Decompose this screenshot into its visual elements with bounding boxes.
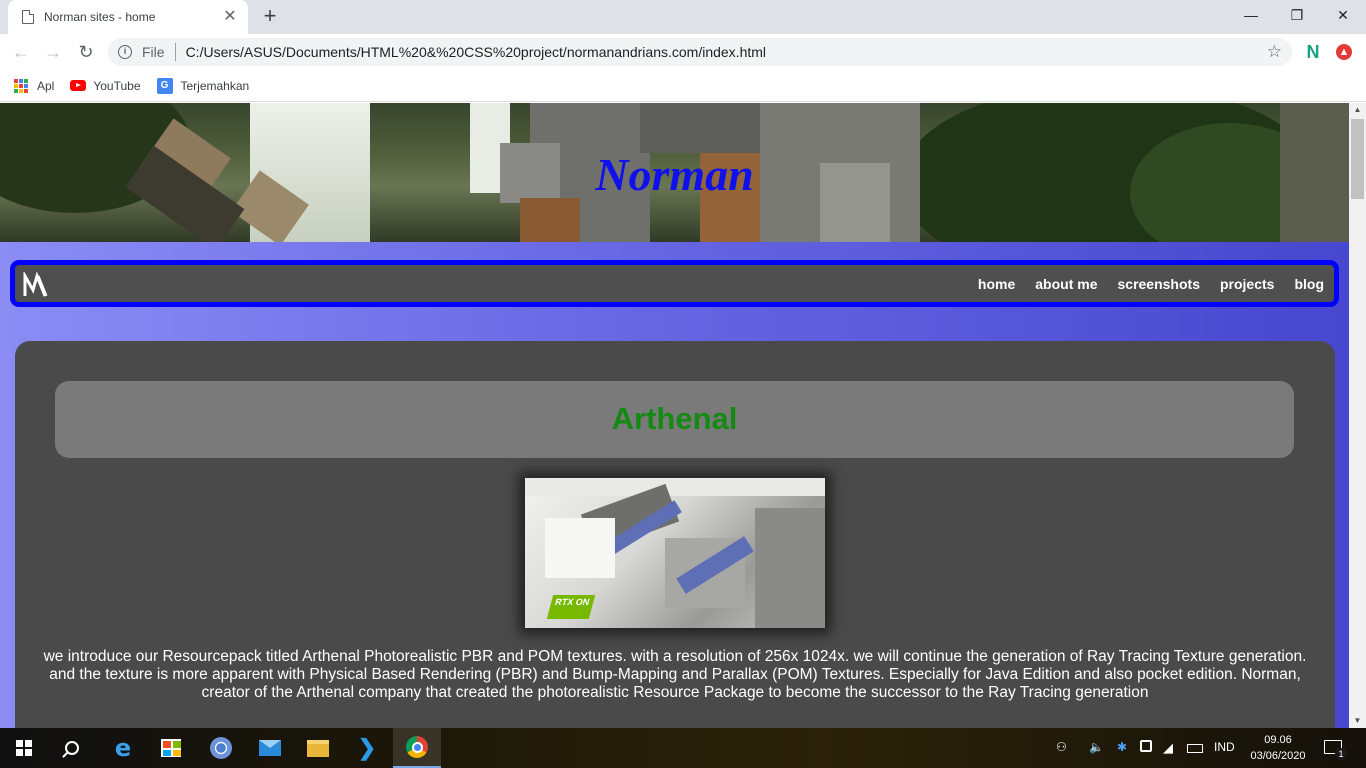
page-viewport: Norman home about me screenshots project… bbox=[0, 103, 1349, 728]
mail-icon bbox=[259, 740, 281, 756]
page-scrollbar[interactable]: ▲ ▼ bbox=[1349, 103, 1366, 728]
taskbar-mail[interactable] bbox=[246, 728, 294, 768]
card-header: Arthenal bbox=[55, 381, 1294, 458]
scheme-label: File bbox=[142, 44, 165, 60]
taskbar-vscode[interactable]: ❯ bbox=[343, 728, 391, 768]
reload-button[interactable]: ↻ bbox=[74, 40, 98, 64]
taskbar-chromium[interactable] bbox=[197, 728, 245, 768]
network-icon[interactable]: ◢ bbox=[1163, 740, 1173, 756]
rtx-on-badge: RTX ON bbox=[546, 595, 596, 619]
chromium-icon bbox=[210, 737, 232, 759]
site-logo[interactable] bbox=[23, 272, 51, 298]
bookmark-apps[interactable]: Apl bbox=[14, 78, 55, 93]
chrome-icon bbox=[406, 736, 428, 758]
apps-grid-dot bbox=[24, 83, 28, 88]
hero-banner: Norman bbox=[0, 103, 1349, 242]
project-description: we introduce our Resourcepack titled Art… bbox=[43, 648, 1307, 701]
taskbar-chrome[interactable] bbox=[393, 728, 441, 768]
windows-taskbar: e ❯ ⚇ 🔈 ✱ ◢ IND 09.06 03/06/2020 1 bbox=[0, 728, 1366, 768]
folder-icon bbox=[307, 739, 329, 757]
page-icon bbox=[22, 10, 34, 24]
apps-grid-dot bbox=[19, 83, 23, 88]
new-tab-button[interactable]: + bbox=[258, 5, 282, 29]
tab-title: Norman sites - home bbox=[44, 10, 156, 24]
apps-grid-dot bbox=[19, 78, 23, 83]
url-text[interactable]: C:/Users/ASUS/Documents/HTML%20&%20CSS%2… bbox=[186, 44, 766, 60]
extension-n-icon[interactable]: N bbox=[1303, 42, 1323, 62]
minimize-button[interactable]: — bbox=[1228, 0, 1274, 30]
project-screenshot: RTX ON bbox=[525, 478, 825, 628]
tab-close-icon[interactable]: ✕ bbox=[222, 9, 238, 25]
hero-title: Norman bbox=[595, 149, 754, 200]
clock-date: 03/06/2020 bbox=[1250, 750, 1306, 762]
apps-grid-dot bbox=[24, 88, 28, 93]
browser-toolbar: ← → ↻ i File C:/Users/ASUS/Documents/HTM… bbox=[0, 34, 1366, 70]
bookmark-youtube[interactable]: YouTube bbox=[70, 78, 141, 93]
bookmark-label: Apl bbox=[37, 78, 55, 93]
youtube-icon bbox=[70, 80, 87, 91]
forward-button[interactable]: → bbox=[41, 40, 65, 64]
info-icon[interactable]: i bbox=[118, 45, 132, 59]
internet-explorer-icon: e bbox=[114, 734, 132, 762]
taskbar-file-explorer[interactable] bbox=[294, 728, 342, 768]
site-navbar: home about me screenshots projects blog bbox=[10, 260, 1339, 307]
notification-count-badge: 1 bbox=[1335, 748, 1347, 760]
scroll-up-arrow-icon[interactable]: ▲ bbox=[1349, 103, 1366, 117]
bookmark-label: YouTube bbox=[93, 78, 141, 93]
nav-link-projects[interactable]: projects bbox=[1220, 276, 1274, 292]
clock-time: 09.06 bbox=[1264, 734, 1292, 746]
taskbar-store[interactable] bbox=[147, 728, 195, 768]
back-button[interactable]: ← bbox=[9, 40, 33, 64]
bookmark-star-icon[interactable]: ☆ bbox=[1267, 42, 1282, 62]
apps-grid-dot bbox=[14, 83, 18, 88]
security-icon[interactable] bbox=[1140, 740, 1152, 752]
close-window-button[interactable]: ✕ bbox=[1320, 0, 1366, 30]
apps-grid-icon bbox=[14, 78, 28, 93]
taskbar-search-button[interactable] bbox=[48, 728, 96, 768]
extension-update-icon[interactable]: ▲ bbox=[1336, 44, 1352, 60]
apps-grid-dot bbox=[14, 78, 18, 83]
address-bar[interactable]: i File C:/Users/ASUS/Documents/HTML%20&%… bbox=[108, 38, 1292, 66]
nav-link-home[interactable]: home bbox=[978, 276, 1015, 292]
bookmark-translate[interactable]: G Terjemahkan bbox=[156, 77, 250, 94]
google-translate-icon: G bbox=[156, 77, 173, 94]
people-icon[interactable]: ⚇ bbox=[1056, 740, 1067, 754]
browser-tab[interactable]: Norman sites - home ✕ bbox=[8, 0, 248, 34]
card-title: Arthenal bbox=[611, 401, 738, 436]
bluetooth-icon[interactable]: ✱ bbox=[1117, 740, 1127, 754]
volume-icon[interactable]: 🔈 bbox=[1089, 740, 1104, 754]
apps-grid-dot bbox=[24, 78, 28, 83]
language-indicator[interactable]: IND bbox=[1214, 740, 1235, 754]
battery-icon[interactable] bbox=[1187, 744, 1203, 753]
nav-links: home about me screenshots projects blog bbox=[958, 265, 1324, 302]
start-button[interactable] bbox=[0, 728, 48, 768]
bookmark-label: Terjemahkan bbox=[180, 78, 250, 93]
vscode-icon: ❯ bbox=[357, 735, 377, 760]
bookmarks-bar: Apl YouTube G Terjemahkan bbox=[0, 70, 1366, 102]
apps-grid-dot bbox=[19, 88, 23, 93]
nav-link-about-me[interactable]: about me bbox=[1035, 276, 1097, 292]
taskbar-clock[interactable]: 09.06 03/06/2020 bbox=[1244, 732, 1312, 764]
taskbar-internet-explorer[interactable]: e bbox=[99, 728, 147, 768]
search-icon bbox=[65, 741, 79, 755]
windows-logo-icon bbox=[16, 740, 32, 756]
nav-link-blog[interactable]: blog bbox=[1294, 276, 1324, 292]
scroll-down-arrow-icon[interactable]: ▼ bbox=[1349, 714, 1366, 728]
apps-grid-dot bbox=[14, 88, 18, 93]
nav-link-screenshots[interactable]: screenshots bbox=[1118, 276, 1200, 292]
restore-button[interactable]: ❐ bbox=[1274, 0, 1320, 30]
scroll-thumb[interactable] bbox=[1351, 119, 1364, 199]
omnibox-divider bbox=[174, 43, 176, 61]
project-card: Arthenal RTX ON we introduce our Resourc… bbox=[15, 341, 1335, 728]
tab-strip: Norman sites - home ✕ + — ❐ ✕ bbox=[0, 0, 1366, 34]
store-icon bbox=[161, 739, 181, 757]
